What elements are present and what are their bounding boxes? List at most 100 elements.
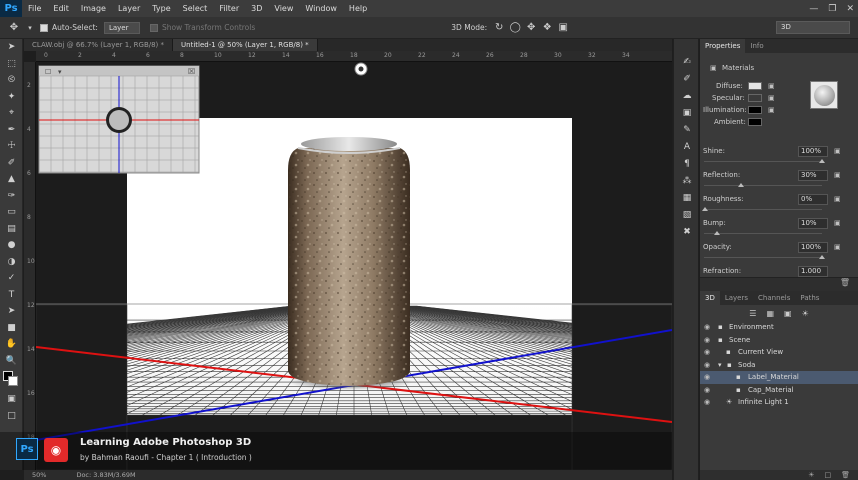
clone-source-icon[interactable]: ☁ [674,87,700,104]
new-layer-icon[interactable]: □ [824,471,831,479]
opacity-value[interactable]: 100% [798,242,828,253]
close-icon[interactable]: ✕ [846,4,854,14]
bump-value[interactable]: 10% [798,218,828,229]
canvas-area[interactable]: ☐ ▾ ☒ [36,62,672,470]
roughness-slider-knob[interactable] [702,207,708,211]
tab-3d[interactable]: 3D [700,291,720,305]
tab-layers[interactable]: Layers [720,291,753,305]
opacity-slider-knob[interactable] [819,255,825,259]
roughness-texture-icon[interactable]: ▣ [834,195,842,203]
reflection-slider-knob[interactable] [738,183,744,187]
opacity-texture-icon[interactable]: ▣ [834,243,842,251]
diffuse-swatch[interactable] [748,82,762,90]
shine-texture-icon[interactable]: ▣ [834,147,842,155]
paragraph-icon[interactable]: ¶ [674,155,700,172]
reflection-slider[interactable] [704,183,822,187]
chevron-down-icon[interactable]: ▾ [718,359,722,372]
stamp-tool-icon[interactable]: ▲ [0,171,23,188]
shape-tool-icon[interactable]: ■ [0,320,23,337]
marquee-tool-icon[interactable]: ⬚ [0,56,23,73]
material-preview-sphere[interactable] [810,81,838,109]
chevron-down-icon[interactable]: ▾ [24,22,36,34]
meshes-icon[interactable]: ▦ [766,309,774,318]
healing-tool-icon[interactable]: ☩ [0,138,23,155]
zoom-tool-icon[interactable]: 🔍 [0,353,23,370]
type-tool-icon[interactable]: T [0,287,23,304]
scene-item-label-material[interactable]: ◉ ▪ Label_Material [700,371,858,384]
scene-item-infinite-light[interactable]: ◉ ☀ Infinite Light 1 [700,396,858,409]
menu-file[interactable]: File [22,0,47,17]
bump-slider[interactable] [704,231,822,235]
shine-slider[interactable] [704,159,825,163]
lights-filter-icon[interactable]: ☀ [802,309,809,318]
restore-icon[interactable]: ❐ [828,4,836,14]
path-select-tool-icon[interactable]: ➤ [0,303,23,320]
gradient-tool-icon[interactable]: ▤ [0,221,23,238]
brush-icon[interactable]: ✐ [674,70,700,87]
tab-untitled-1[interactable]: Untitled-1 @ 50% (Layer 1, RGB/8) * [173,39,318,51]
auto-select-checkbox[interactable] [40,23,48,32]
menu-layer[interactable]: Layer [112,0,146,17]
delete-icon[interactable]: 🗑 [840,278,850,287]
document-size[interactable]: Doc: 3.83M/3.69M [76,471,135,479]
history-icon[interactable]: ✎ [674,121,700,138]
roughness-slider[interactable] [702,207,822,211]
glyphs-icon[interactable]: ⁂ [674,172,700,189]
character-icon[interactable]: A [674,138,700,155]
move-tool-icon[interactable]: ➤ [0,39,23,56]
pan-icon[interactable]: ✥ [525,22,537,34]
orbit-icon[interactable]: ↻ [493,22,505,34]
materials-filter-icon[interactable]: ▣ [784,309,792,318]
quick-mask-icon[interactable]: ▣ [0,391,23,408]
minimize-icon[interactable]: — [809,4,818,14]
3d-viewport[interactable]: ☐ ▾ ☒ [36,62,672,470]
illumination-swatch[interactable] [748,106,762,114]
menu-window[interactable]: Window [299,0,343,17]
quick-select-tool-icon[interactable]: ✦ [0,89,23,106]
eye-icon[interactable]: ◉ [704,384,710,397]
scene-item-cap-material[interactable]: ◉ ▪ Cap_Material [700,384,858,397]
pen-tool-icon[interactable]: ✓ [0,270,23,287]
bump-texture-icon[interactable]: ▣ [834,219,842,227]
auto-select-dropdown[interactable]: Layer [103,21,140,34]
illumination-texture-icon[interactable]: ▣ [768,106,776,114]
scene-item-environment[interactable]: ◉ ▪ Environment [700,321,858,334]
brush-preset-icon[interactable]: ✍ [674,53,700,70]
reflection-texture-icon[interactable]: ▣ [834,171,842,179]
menu-edit[interactable]: Edit [47,0,75,17]
roughness-value[interactable]: 0% [798,194,828,205]
delete-icon[interactable]: 🗑 [841,471,850,479]
reflection-value[interactable]: 30% [798,170,828,181]
scene-item-scene[interactable]: ◉ ▪ Scene [700,334,858,347]
opacity-slider[interactable] [704,255,825,259]
eye-icon[interactable]: ◉ [704,346,710,359]
show-transform-checkbox[interactable] [149,23,158,32]
scale-icon[interactable]: ▣ [557,22,569,34]
color-swatches[interactable] [0,369,23,391]
menu-image[interactable]: Image [75,0,112,17]
menu-help[interactable]: Help [343,0,373,17]
ambient-swatch[interactable] [748,118,762,126]
workspace-dropdown[interactable]: 3D [776,21,850,34]
add-light-icon[interactable]: ☀ [808,471,814,479]
eye-icon[interactable]: ◉ [704,321,710,334]
tab-claw[interactable]: CLAW.obj @ 66.7% (Layer 1, RGB/8) * [24,39,174,51]
scene-item-soda[interactable]: ◉ ▾ ▪ Soda [700,359,858,372]
eye-icon[interactable]: ◉ [704,396,710,409]
eye-icon[interactable]: ◉ [704,359,710,372]
swatches-icon[interactable]: ▧ [674,206,700,223]
eye-icon[interactable]: ◉ [704,334,710,347]
scene-item-current-view[interactable]: ◉ ▪ Current View [700,346,858,359]
diffuse-texture-icon[interactable]: ▣ [768,82,776,90]
tool-presets-icon[interactable]: ✖ [674,223,700,240]
specular-swatch[interactable] [748,94,762,102]
eye-icon[interactable]: ◉ [704,371,710,384]
lasso-tool-icon[interactable]: ⧀ [0,72,23,89]
tab-channels[interactable]: Channels [753,291,795,305]
crop-tool-icon[interactable]: ⌖ [0,105,23,122]
menu-view[interactable]: View [268,0,299,17]
menu-filter[interactable]: Filter [213,0,245,17]
channels-icon[interactable]: ▣ [674,104,700,121]
shine-slider-knob[interactable] [819,159,825,163]
shine-value[interactable]: 100% [798,146,828,157]
